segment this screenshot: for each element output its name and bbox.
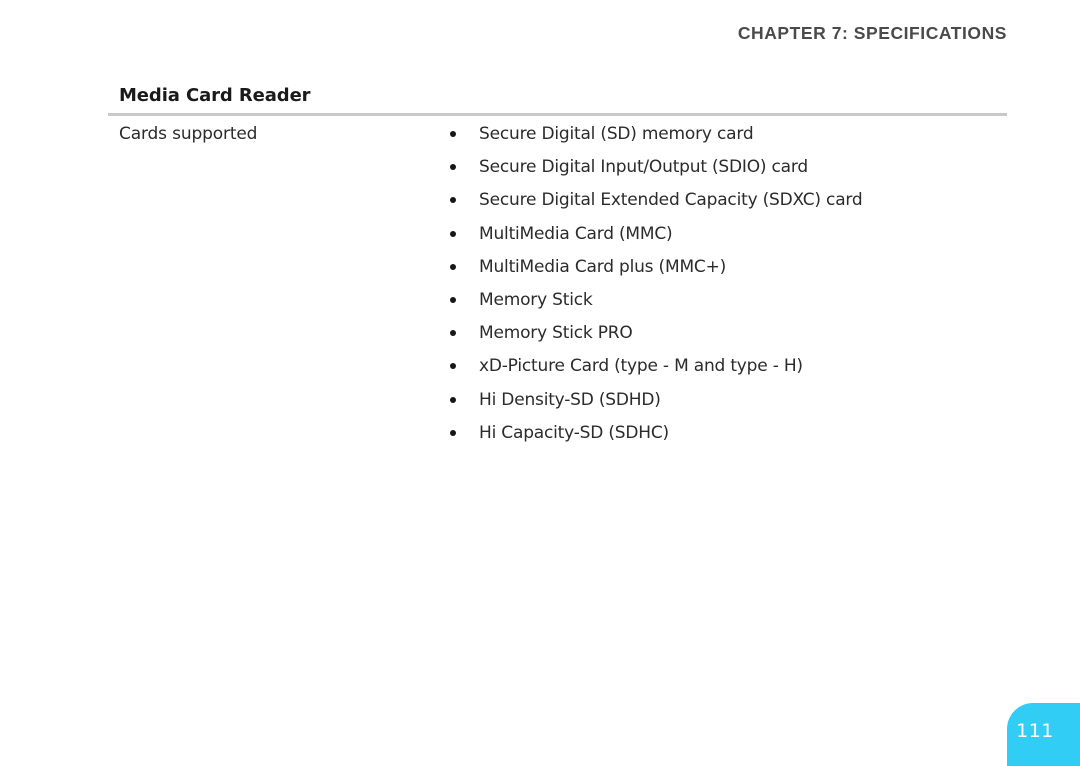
list-item: Secure Digital (SD) memory card [450,124,1010,157]
bullet-icon [450,396,456,403]
bullet-icon [450,330,456,337]
list-item: MultiMedia Card (MMC) [450,224,1010,257]
list-item-label: Secure Digital Extended Capacity (SDXC) … [479,190,863,211]
list-item: xD-Picture Card (type - M and type - H) [450,356,1010,389]
bullet-icon [450,296,456,303]
list-item: Hi Capacity-SD (SDHC) [450,423,1010,456]
bullet-icon [450,429,456,436]
bullet-icon [450,363,456,370]
heading-divider [108,113,1007,116]
list-item-label: Memory Stick PRO [479,323,633,344]
list-item-label: Secure Digital Input/Output (SDIO) card [479,157,808,178]
spec-label: Cards supported [119,124,258,144]
list-item-label: Secure Digital (SD) memory card [479,124,754,144]
bullet-icon [450,263,456,270]
list-item: Secure Digital Extended Capacity (SDXC) … [450,190,1010,223]
list-item: Memory Stick [450,290,1010,323]
list-item-label: Hi Capacity-SD (SDHC) [479,422,669,443]
list-item-label: Memory Stick [479,289,593,310]
list-item-label: Hi Density-SD (SDHD) [479,389,661,410]
spec-value-list: Secure Digital (SD) memory card Secure D… [450,124,1010,456]
list-item-label: xD-Picture Card (type - M and type - H) [479,356,803,377]
list-item: Memory Stick PRO [450,323,1010,356]
running-header: CHAPTER 7: SPECIFICATIONS [737,23,1007,43]
bullet-icon [450,164,456,171]
bullet-icon [450,197,456,204]
page-number-badge: 111 [1007,703,1080,766]
bullet-icon [450,131,456,137]
list-item: Hi Density-SD (SDHD) [450,390,1010,423]
page-number: 111 [1016,720,1054,742]
section-heading: Media Card Reader [119,85,311,106]
document-page: CHAPTER 7: SPECIFICATIONS Media Card Rea… [0,0,1080,766]
list-item: Secure Digital Input/Output (SDIO) card [450,157,1010,190]
list-item-label: MultiMedia Card (MMC) [479,223,673,244]
list-item-label: MultiMedia Card plus (MMC+) [479,256,727,277]
list-item: MultiMedia Card plus (MMC+) [450,257,1010,290]
bullet-icon [450,230,456,237]
